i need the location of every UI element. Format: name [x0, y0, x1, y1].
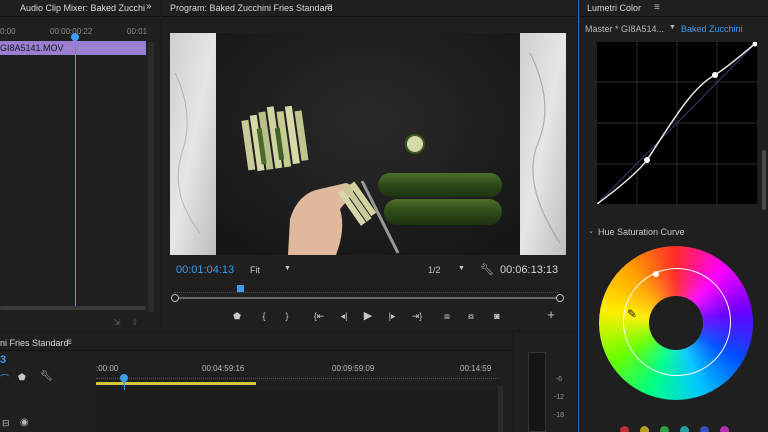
track-area[interactable]: [96, 390, 498, 432]
wrench-icon[interactable]: 🔧︎: [480, 263, 494, 276]
mark-out-button[interactable]: }: [280, 310, 294, 322]
zucchini-slice: [405, 134, 425, 154]
timeline-scrollbar[interactable]: [498, 386, 503, 432]
ruler-label-start: 0:00: [0, 27, 16, 36]
swatch-cyan[interactable]: [680, 426, 689, 432]
extract-button[interactable]: ⧇: [464, 310, 478, 322]
go-to-out-button[interactable]: ⇥}: [410, 310, 424, 322]
horizontal-scrollbar[interactable]: [0, 306, 146, 310]
wrench-icon[interactable]: 🔧︎: [40, 371, 53, 382]
eye-icon[interactable]: ◉: [20, 417, 29, 428]
chevron-down-icon[interactable]: ▼: [669, 24, 676, 31]
swatch-blue[interactable]: [700, 426, 709, 432]
source-panel: Audio Clip Mixer: Baked Zucchi » 0:00 00…: [0, 0, 160, 330]
timeline-ruler-1: 00:04:59:16: [202, 364, 245, 373]
swatch-red[interactable]: [620, 426, 629, 432]
audio-clip-mixer-tab[interactable]: Audio Clip Mixer: Baked Zucchi: [20, 3, 145, 13]
scrub-start-handle[interactable]: [171, 294, 179, 302]
step-back-button[interactable]: ◂|: [337, 310, 351, 322]
timeline-ruler-2: 00:09:59:09: [332, 364, 375, 373]
sequence-clip-tab[interactable]: Baked Zucchini: [681, 24, 743, 34]
panel-divider: [162, 16, 576, 17]
panel-divider: [0, 350, 512, 351]
plus-icon[interactable]: +: [544, 308, 558, 321]
timeline-title[interactable]: ni Fries Standard: [0, 338, 69, 348]
zoom-value: Fit: [250, 265, 260, 275]
scrub-bar[interactable]: [174, 297, 560, 299]
lumetri-title[interactable]: Lumetri Color: [587, 3, 641, 13]
clip-name: GI8A5141.MOV: [0, 43, 64, 53]
zoom-select[interactable]: Fit ▼: [250, 265, 294, 275]
mark-in-button[interactable]: {: [257, 310, 271, 322]
play-button[interactable]: ▶: [361, 310, 375, 322]
timeline-ruler-3: 00:14:59: [460, 364, 492, 373]
chevron-down-icon[interactable]: ⌄: [588, 227, 594, 235]
resolution-value: 1/2: [428, 265, 441, 275]
lift-button[interactable]: ⧈: [440, 310, 454, 322]
swatch-yellow[interactable]: [640, 426, 649, 432]
ruler-label-end: 00:01: [127, 27, 148, 36]
zucchini-top: [378, 173, 502, 197]
marble-left: [170, 33, 216, 255]
zucchini-bottom: [384, 199, 502, 225]
master-clip-tab[interactable]: Master * GI8A514...: [585, 24, 664, 34]
camera-icon[interactable]: ◙: [490, 310, 504, 322]
marker-icon[interactable]: ⬟: [18, 372, 26, 383]
marble-right: [520, 33, 566, 255]
resolution-select[interactable]: 1/2 ▼: [428, 265, 472, 275]
insert-icon[interactable]: ⇪: [131, 317, 139, 328]
timeline-tick-row: [96, 378, 498, 381]
duration-timecode: 00:06:13:13: [500, 264, 559, 276]
audio-meter: -6 -12 -18: [514, 332, 576, 432]
hamburger-menu-icon[interactable]: ≡: [326, 2, 332, 13]
export-frame-icon[interactable]: ⇲: [113, 317, 121, 328]
program-monitor-title[interactable]: Program: Baked Zucchini Fries Standard: [170, 3, 333, 13]
work-area-bar[interactable]: [96, 382, 256, 385]
meter-tick-12: -12: [553, 394, 564, 401]
chevron-down-icon: ▼: [458, 265, 465, 272]
step-forward-button[interactable]: |▸: [385, 310, 399, 322]
timeline-panel: ni Fries Standard ≡ 3 ⌒ ⬟ 🔧︎ :00:00 00:0…: [0, 332, 512, 432]
lumetri-panel: Lumetri Color ≡ Master * GI8A514... ▼ Ba…: [578, 0, 768, 432]
meter-tick-18: -18: [553, 412, 564, 419]
meter-bar: [528, 352, 546, 432]
hamburger-menu-icon[interactable]: ≡: [654, 2, 660, 13]
swatch-green[interactable]: [660, 426, 669, 432]
video-frame[interactable]: [170, 33, 566, 255]
lumetri-scrollbar[interactable]: [762, 150, 766, 210]
meter-tick-6: -6: [555, 376, 562, 383]
saturation-curve-ring: [623, 268, 731, 376]
track-lock-icon[interactable]: ⊟: [2, 418, 10, 429]
timeline-timecode[interactable]: 3: [0, 354, 6, 366]
panel-divider: [579, 16, 768, 17]
go-to-in-button[interactable]: {⇤: [312, 310, 326, 322]
program-monitor: Program: Baked Zucchini Fries Standard ≡: [162, 0, 576, 330]
hue-saturation-section-title[interactable]: Hue Saturation Curve: [598, 227, 685, 237]
panel-divider: [0, 16, 160, 17]
curve-control-point[interactable]: [653, 271, 659, 277]
hamburger-menu-icon[interactable]: ≡: [66, 337, 72, 348]
scrub-tick-row: [174, 292, 560, 295]
double-chevron-icon[interactable]: »: [146, 1, 152, 12]
swatch-magenta[interactable]: [720, 426, 729, 432]
curve-point-shadow: [644, 157, 650, 163]
chevron-down-icon: ▼: [284, 265, 291, 272]
marker-icon[interactable]: ⬟: [230, 310, 244, 322]
current-timecode[interactable]: 00:01:04:13: [176, 264, 234, 276]
snap-icon[interactable]: ⌒: [0, 372, 9, 385]
vertical-scrollbar[interactable]: [148, 42, 154, 312]
scrub-playhead[interactable]: [236, 285, 244, 292]
rgb-curve-graph[interactable]: [597, 42, 757, 204]
timeline-ruler-0: :00:00: [96, 364, 119, 373]
curve-point-highlight: [712, 72, 718, 78]
eyedropper-icon[interactable]: ✎: [627, 307, 637, 321]
scrub-end-handle[interactable]: [556, 294, 564, 302]
playhead-line: [75, 38, 76, 306]
